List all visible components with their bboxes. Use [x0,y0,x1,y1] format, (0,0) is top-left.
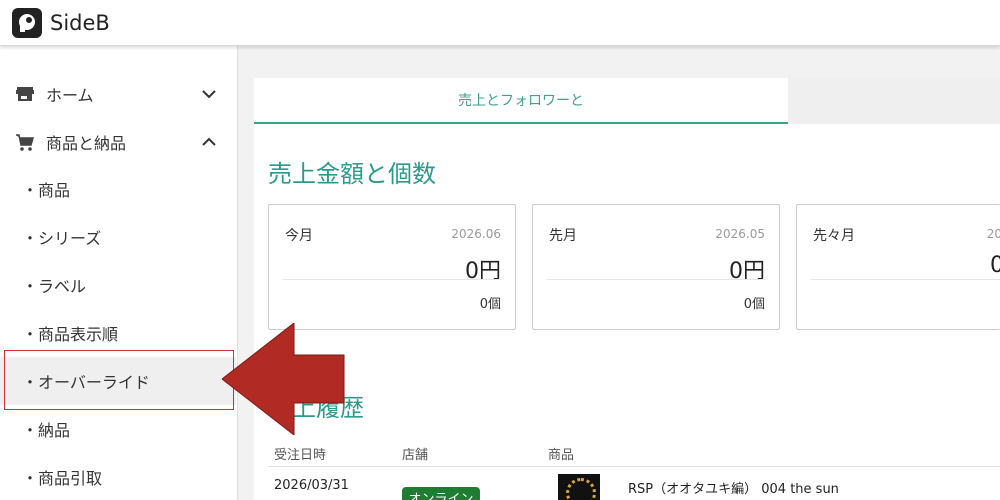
card-date: 2026.06 [451,227,501,241]
sales-card-two-months-ago: 先々月 20 0 [796,204,1000,330]
card-divider [283,279,501,280]
sidebar-item-label: 商品と納品 [46,134,127,153]
card-amount: 0円 [729,259,765,284]
sidebar-subitem-series[interactable]: ・シリーズ [0,213,236,261]
card-count: 0個 [743,297,765,312]
sidebar-item-products-delivery[interactable]: 商品と納品 [0,118,236,166]
card-amount: 0円 [465,259,501,284]
tab-sales-followers[interactable]: 売上とフォロワーと [254,78,788,124]
sidebar-item-label: ホーム [46,86,94,105]
chevron-down-icon[interactable] [200,85,218,103]
column-header-product: 商品 [548,448,575,463]
sideb-logo-icon[interactable] [12,7,42,38]
card-divider [811,279,1000,280]
card-date: 20 [986,227,1000,241]
app-header: SideB [0,0,1000,46]
chevron-up-icon[interactable] [200,133,218,151]
store-icon [16,87,34,101]
sidebar: ホーム 商品と納品 ・商品 ・シリーズ ・ラベル ・商品表示順 ・オーバーライド… [0,46,238,500]
card-date: 2026.05 [715,227,765,241]
row-product-name[interactable]: RSP（オオタユキ編） 004 the sun [628,478,839,497]
sidebar-subitem-delivery[interactable]: ・納品 [0,405,236,453]
main-content: 売上とフォロワーと 売上金額と個数 今月 2026.06 0円 0個 先月 20… [254,78,1000,500]
sidebar-subitem-label[interactable]: ・ラベル [0,261,236,309]
sidebar-subitem-pickup[interactable]: ・商品引取 [0,453,236,500]
sales-card-this-month: 今月 2026.06 0円 0個 [268,204,516,330]
card-label: 先月 [549,228,577,244]
table-divider [268,466,1000,467]
product-thumbnail[interactable] [558,474,600,500]
sidebar-subitem-override[interactable]: ・オーバーライド [0,357,236,405]
tab-bar: 売上とフォロワーと [254,78,1000,124]
row-order-date: 2026/03/31 [274,478,349,493]
card-divider [547,279,765,280]
card-amount: 0 [990,253,1000,278]
column-header-store: 店舗 [402,448,429,463]
store-badge: オンライン [402,487,480,500]
sidebar-item-home[interactable]: ホーム [0,70,236,118]
section-title-sales: 売上金額と個数 [268,160,436,188]
pointer-arrow-icon [222,323,345,435]
card-count: 0個 [479,297,501,312]
column-header-order-date: 受注日時 [274,448,327,463]
cart-icon [16,134,34,151]
tab-inactive[interactable] [788,78,1000,124]
card-label: 今月 [285,228,313,244]
card-label: 先々月 [813,228,855,244]
sales-card-last-month: 先月 2026.05 0円 0個 [532,204,780,330]
brand-name[interactable]: SideB [50,11,110,35]
sidebar-subitem-products[interactable]: ・商品 [0,165,236,213]
sidebar-subitem-display-order[interactable]: ・商品表示順 [0,309,236,357]
